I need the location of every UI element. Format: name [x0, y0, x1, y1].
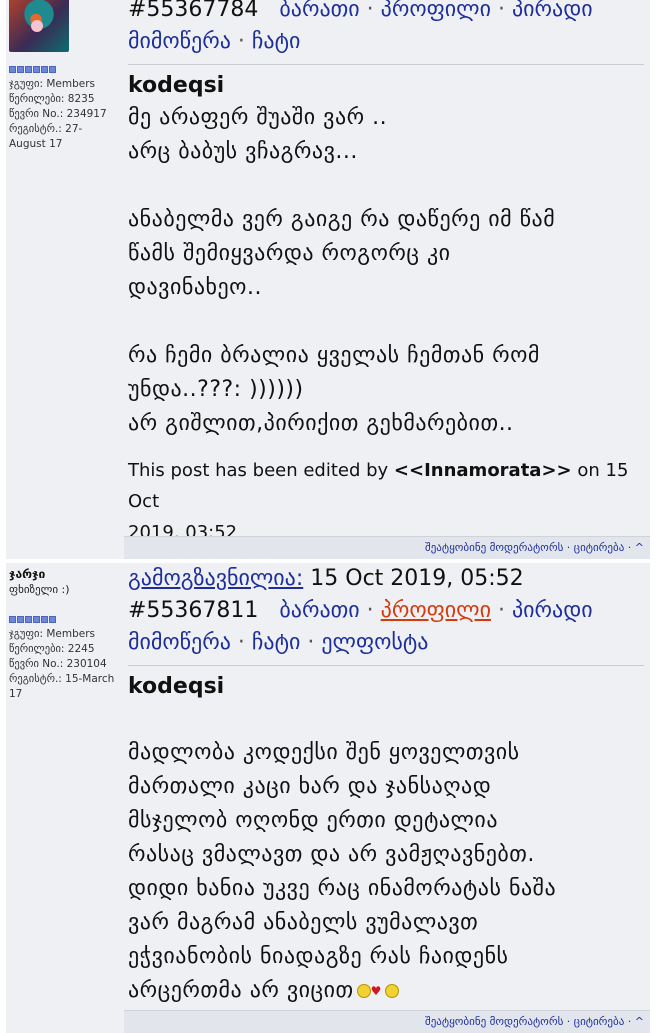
author-title: ფხიზელი :): [9, 583, 70, 596]
author-group: ჯგუფი: Members: [9, 628, 95, 640]
post-header: გამოგზავნილია: 15 Oct 2019, 05:52 #55367…: [128, 566, 593, 655]
link-profile[interactable]: პროფილი: [381, 598, 491, 623]
avatar[interactable]: [9, 0, 69, 52]
post-content: #55367784 ბარათი · პროფილი · პირადი მიმო…: [124, 0, 650, 559]
link-private[interactable]: პირადი: [512, 0, 593, 22]
author-group: ჯგუფი: Members: [9, 78, 95, 90]
author-registered-date: August 17: [9, 138, 63, 150]
post-footer-actions[interactable]: შეატყობინე მოდერატორს · ციტირება · ^: [124, 536, 650, 559]
divider: [128, 665, 644, 666]
post-2: ჯარჯი ფხიზელი :) ჯგუფი: Members წერილები…: [0, 563, 658, 1033]
link-chat[interactable]: ჩატი: [252, 29, 300, 54]
edited-user: <<Innamorata>>: [393, 460, 572, 481]
post-body: მადლობა კოდექსი შენ ყოველთვის მართალი კა…: [128, 702, 650, 1008]
author-posts: წერილები: 2245: [9, 643, 95, 655]
link-messages[interactable]: მიმოწერა: [128, 29, 231, 54]
link-email[interactable]: ელფოსტა: [321, 630, 428, 655]
author-sidebar: ჯგუფი: Members წერილები: 8235 წევრი No.:…: [6, 0, 125, 559]
edited-prefix: This post has been edited by: [128, 460, 394, 481]
post-number[interactable]: #55367784: [128, 0, 258, 22]
link-card[interactable]: ბარათი: [279, 0, 359, 22]
link-profile[interactable]: პროფილი: [381, 0, 491, 22]
link-messages[interactable]: მიმოწერა: [128, 630, 231, 655]
heart-icon: ♥: [370, 984, 382, 998]
author-posts: წერილები: 8235: [9, 93, 95, 105]
post-body-text: მადლობა კოდექსი შენ ყოველთვის მართალი კა…: [128, 740, 557, 1003]
sent-label: გამოგზავნილია:: [128, 566, 304, 591]
quoted-username: kodeqsi: [128, 674, 225, 699]
quoted-username: kodeqsi: [128, 73, 225, 98]
rank-pips: [9, 616, 124, 623]
author-registered-date: 17: [9, 688, 23, 700]
post-number[interactable]: #55367811: [128, 598, 258, 623]
author-registered: რეგისტრ.: 15-March: [9, 673, 115, 685]
edited-note: This post has been edited by <<Innamorat…: [128, 455, 650, 548]
post-footer-actions[interactable]: შეატყობინე მოდერატორს · ციტირება · ^: [124, 1010, 650, 1033]
author-name[interactable]: ჯარჯი: [9, 567, 124, 581]
author-number: წევრი No.: 230104: [9, 658, 107, 670]
post-header: #55367784 ბარათი · პროფილი · პირადი მიმო…: [128, 0, 650, 58]
author-registered: რეგისტრ.: 27-: [9, 123, 83, 135]
post-1: ჯგუფი: Members წერილები: 8235 წევრი No.:…: [0, 0, 658, 559]
divider: [128, 64, 644, 65]
post-body: მე არაფერ შუაში ვარ .. არც ბაბუს ვჩაგრავ…: [128, 105, 556, 436]
sent-date: 15 Oct 2019, 05:52: [303, 566, 524, 591]
author-sidebar: ჯარჯი ფხიზელი :) ჯგუფი: Members წერილები…: [6, 563, 125, 1033]
link-private[interactable]: პირადი: [512, 598, 593, 623]
rank-pips: [9, 66, 124, 73]
link-card[interactable]: ბარათი: [279, 598, 359, 623]
smile-icon: [356, 984, 371, 998]
post-content: გამოგზავნილია: 15 Oct 2019, 05:52 #55367…: [124, 563, 650, 1033]
author-number: წევრი No.: 234917: [9, 108, 107, 120]
link-chat[interactable]: ჩატი: [252, 630, 300, 655]
grin-icon: [384, 984, 399, 998]
